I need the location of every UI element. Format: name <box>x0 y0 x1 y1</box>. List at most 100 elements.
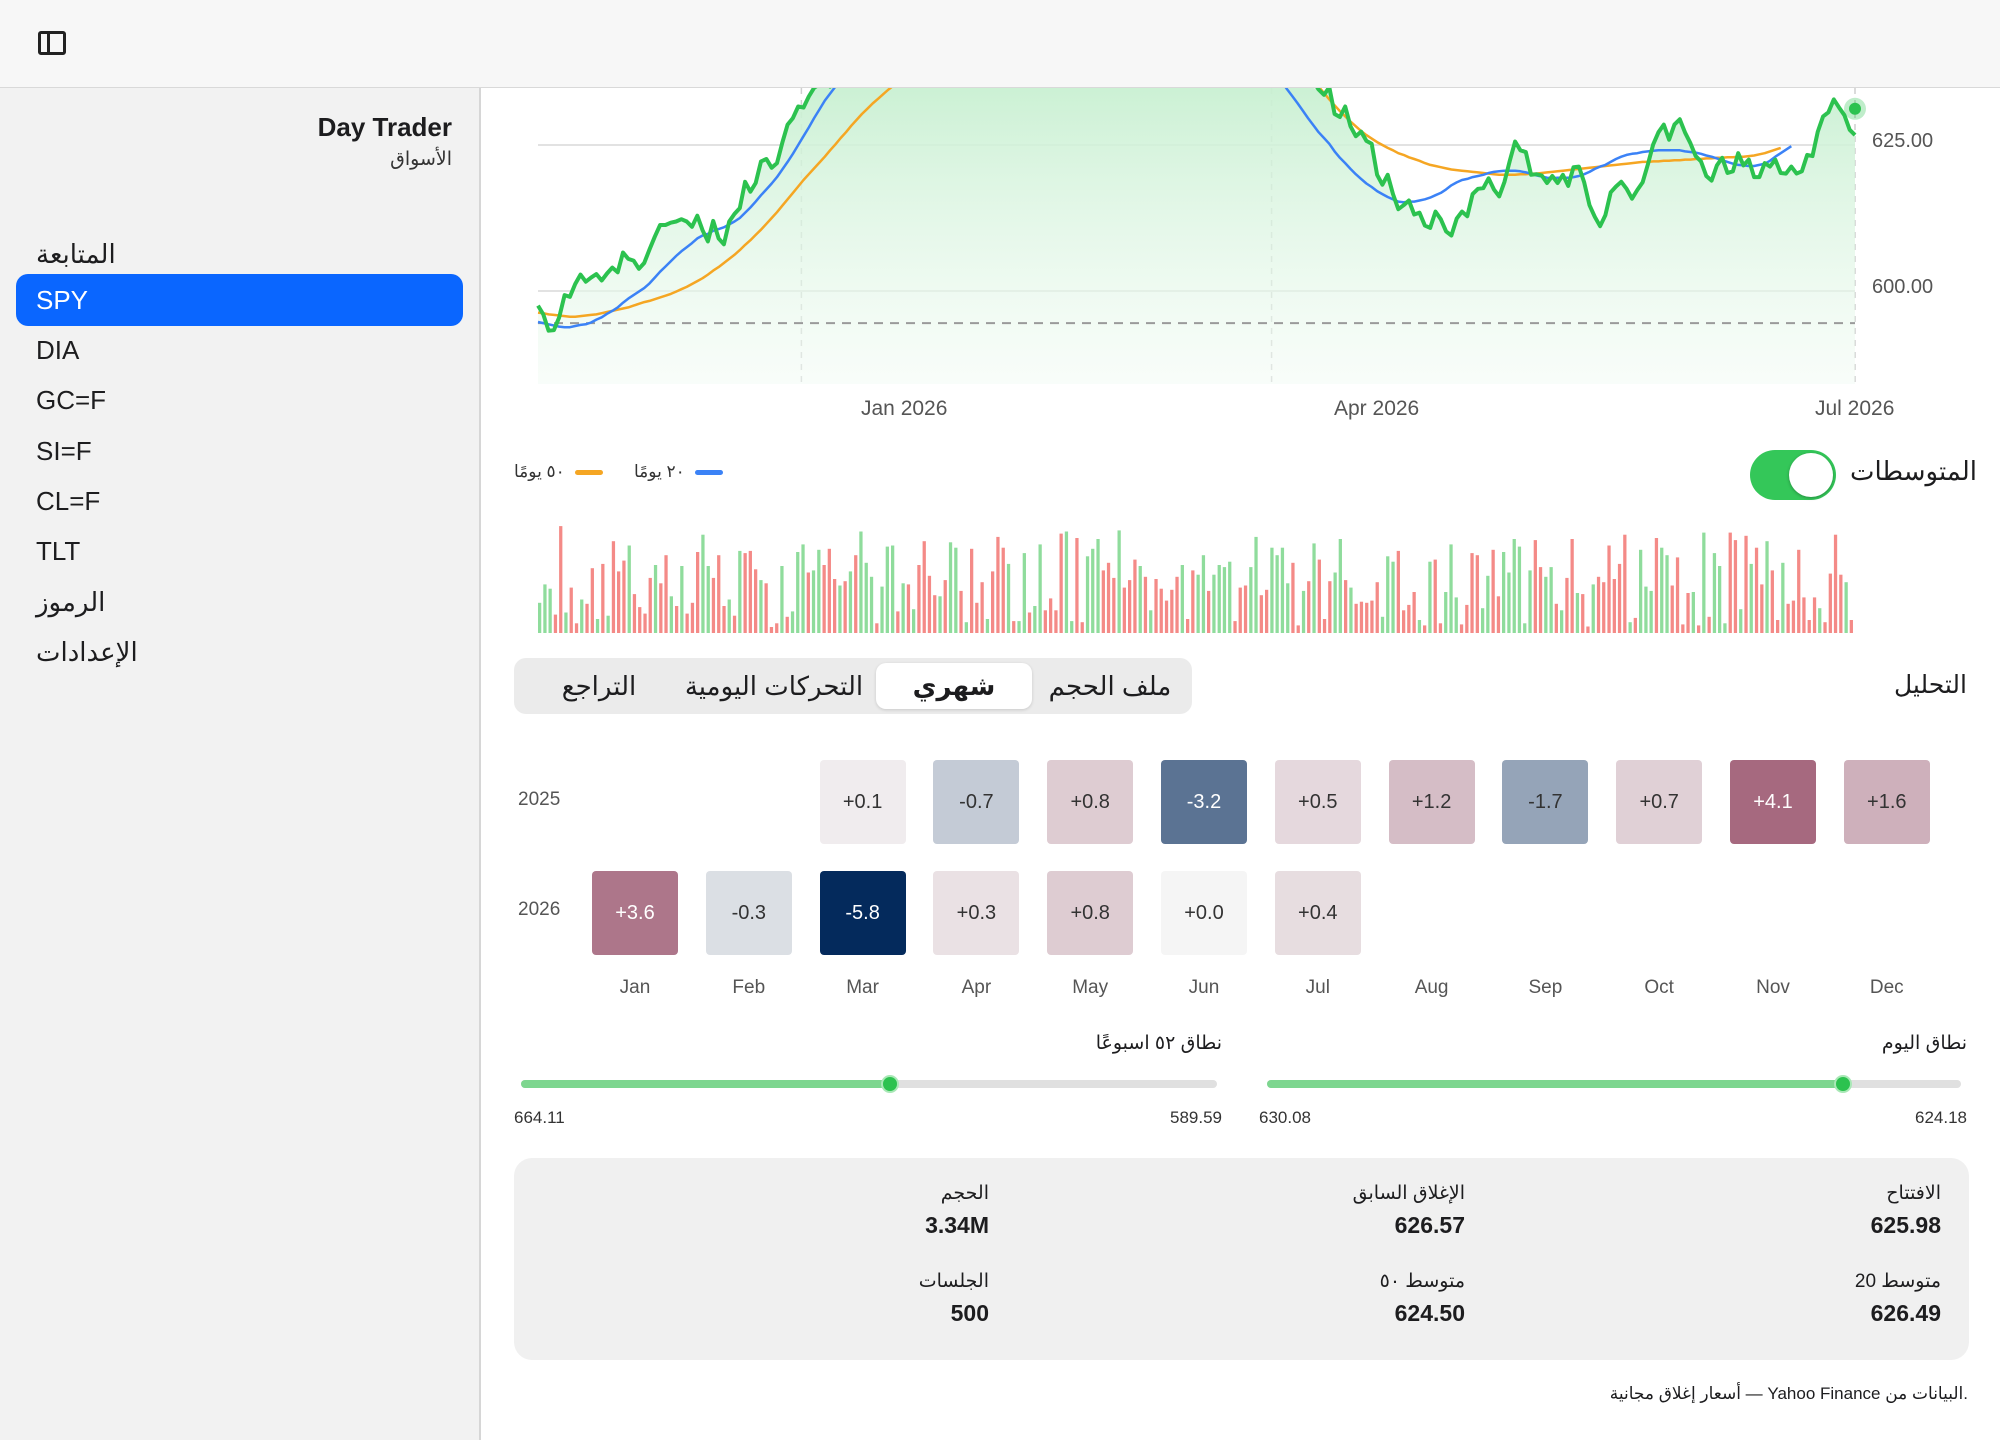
sidebar-item-symbols[interactable]: الرموز <box>16 576 463 628</box>
volume-bar <box>948 542 953 633</box>
volume-bar <box>1702 532 1706 633</box>
volume-bar <box>1070 621 1074 633</box>
app-subtitle: الأسواق <box>390 149 452 170</box>
heatmap-cell[interactable]: +0.0 <box>1161 871 1247 955</box>
volume-bar <box>1818 608 1822 633</box>
volume-bar <box>1054 610 1058 633</box>
volume-bar <box>1486 575 1490 633</box>
sidebar-item-clf[interactable]: CL=F <box>16 475 463 527</box>
volume-bar <box>1781 562 1785 633</box>
moving-averages-toggle[interactable] <box>1750 450 1836 500</box>
heatmap-cell[interactable]: +0.7 <box>1616 760 1703 844</box>
volume-bar <box>1265 589 1269 633</box>
month-label: Aug <box>1414 977 1449 998</box>
volume-bar <box>1038 544 1042 633</box>
tab-volume-profile[interactable]: ملف الحجم <box>1034 663 1186 709</box>
volume-bar <box>638 607 642 633</box>
sidebar-item-spy[interactable]: SPY <box>16 274 463 326</box>
volume-bar <box>669 596 673 633</box>
volume-bar <box>933 595 937 633</box>
heatmap-cell[interactable]: +0.1 <box>819 760 906 844</box>
last-price-marker <box>1849 102 1861 115</box>
moving-averages-label: المتوسطات <box>1850 456 1977 486</box>
heatmap-cell[interactable]: +0.8 <box>1047 871 1134 955</box>
volume-bar <box>1122 587 1126 633</box>
volume-bar <box>1470 553 1474 633</box>
volume-bar <box>1212 574 1216 633</box>
volume-bar <box>743 553 747 633</box>
volume-bar <box>1723 623 1727 633</box>
sidebar-item-sif[interactable]: SI=F <box>16 425 463 477</box>
stat-volume-value: 3.34M <box>925 1212 989 1238</box>
month-label: Oct <box>1644 977 1674 998</box>
volume-bar <box>769 627 774 633</box>
tab-drawdown[interactable]: التراجع <box>524 663 674 709</box>
week52-range-thumb <box>880 1075 899 1093</box>
x-tick-label: Jan 2026 <box>861 397 948 420</box>
heatmap-cell[interactable]: +1.2 <box>1388 760 1475 844</box>
stat-sessions-value: 500 <box>950 1300 989 1326</box>
heatmap-cell[interactable]: -5.8 <box>819 871 906 955</box>
volume-bar <box>1407 604 1411 633</box>
volume-bar <box>680 566 684 633</box>
volume-bar <box>901 583 905 633</box>
volume-bar <box>1133 559 1137 633</box>
sidebar-item-watchlist[interactable]: المتابعة <box>16 228 463 280</box>
volume-bar <box>722 606 726 633</box>
heatmap-cell[interactable]: +3.6 <box>592 871 678 955</box>
volume-bar <box>1596 576 1601 633</box>
heatmap-cell[interactable]: +0.5 <box>1274 760 1361 844</box>
sidebar-toggle-icon[interactable] <box>38 31 66 55</box>
day-range-slider <box>1267 1075 1961 1093</box>
stat-sessions-label: الجلسات <box>918 1271 989 1292</box>
volume-bar <box>1106 562 1111 633</box>
volume-bar <box>1575 593 1580 633</box>
heatmap-cell[interactable]: -0.3 <box>705 871 792 955</box>
analysis-segmented-control: ملف الحجم شهري التحركات اليومية التراجع <box>514 658 1192 714</box>
tab-monthly[interactable]: شهري <box>876 663 1032 709</box>
legend-ma50-swatch-icon <box>574 469 603 475</box>
volume-bar <box>585 603 589 633</box>
volume-bar <box>927 575 932 633</box>
volume-bar <box>1386 556 1390 633</box>
volume-bar <box>1765 541 1769 633</box>
heatmap-cell[interactable]: +0.3 <box>933 871 1020 955</box>
month-label: Apr <box>961 977 992 998</box>
volume-bar <box>1849 620 1853 633</box>
volume-bar <box>1033 606 1037 633</box>
volume-bar <box>595 619 600 633</box>
volume-bar <box>1554 603 1558 633</box>
volume-bar <box>1059 533 1063 633</box>
tab-daily-moves[interactable]: التحركات اليومية <box>674 663 874 709</box>
volume-bar <box>1502 552 1506 633</box>
volume-bar <box>1533 540 1537 633</box>
heatmap-cell[interactable]: +4.1 <box>1730 760 1816 844</box>
volume-bar <box>1828 573 1832 633</box>
price-chart[interactable] <box>482 88 2000 428</box>
volume-bar <box>811 570 816 633</box>
heatmap-cell[interactable]: -0.7 <box>933 760 1020 844</box>
heatmap-cell[interactable]: -3.2 <box>1161 760 1247 844</box>
sidebar-item-tlt[interactable]: TLT <box>16 525 463 577</box>
volume-bar <box>1249 567 1253 633</box>
volume-bar <box>1301 590 1306 633</box>
volume-bar <box>1623 534 1627 633</box>
volume-bar <box>1454 597 1458 633</box>
volume-bar <box>1259 595 1263 633</box>
heatmap-cell[interactable]: +0.4 <box>1274 871 1361 955</box>
volume-bar <box>1565 577 1569 633</box>
heatmap-cell[interactable]: +1.6 <box>1843 760 1930 844</box>
volume-bar <box>1507 572 1511 633</box>
volume-bar <box>1001 547 1005 633</box>
sidebar-item-dia[interactable]: DIA <box>16 324 463 376</box>
month-label: Sep <box>1528 977 1563 998</box>
sidebar-item-settings[interactable]: الإعدادات <box>16 626 463 678</box>
y-tick-label: 600.00 <box>1872 276 1934 298</box>
volume-bar <box>653 565 658 633</box>
heatmap-cell[interactable]: +0.8 <box>1047 760 1134 844</box>
heatmap-cell[interactable]: -1.7 <box>1502 760 1589 844</box>
volume-bar <box>1396 550 1400 633</box>
volume-bar <box>1017 621 1021 633</box>
sidebar-item-gcf[interactable]: GC=F <box>16 374 463 426</box>
volume-bar <box>1496 596 1501 633</box>
